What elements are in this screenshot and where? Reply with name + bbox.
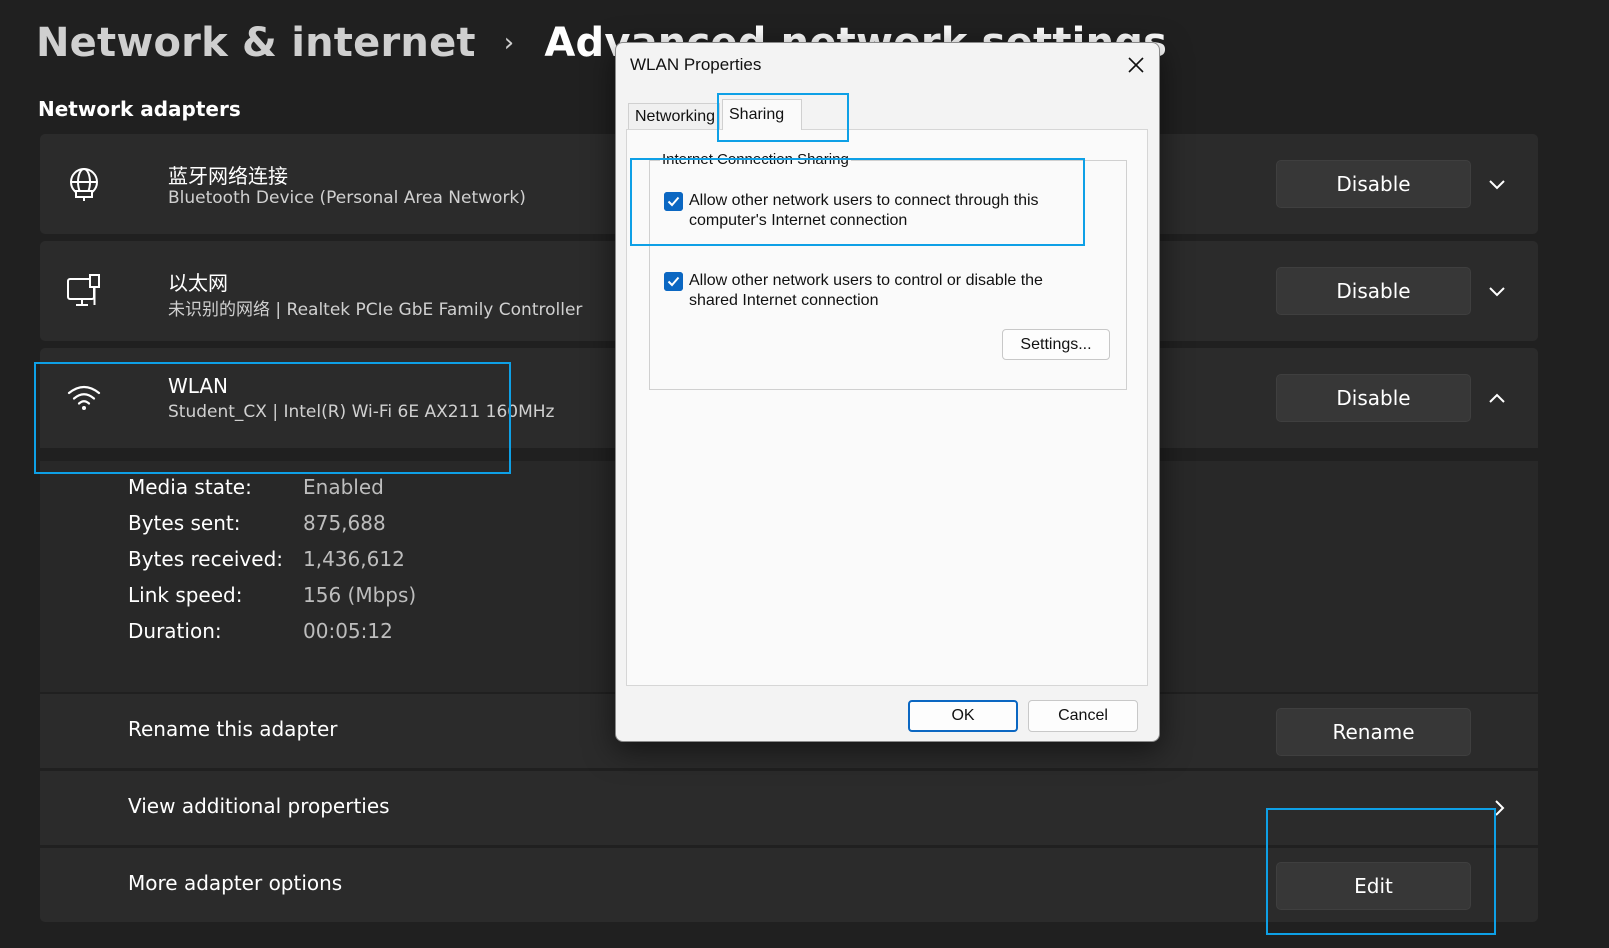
checkbox-checked-icon[interactable] (664, 192, 683, 211)
allow-control-label: Allow other network users to control or … (689, 272, 1043, 309)
rename-adapter-label: Rename this adapter (128, 717, 338, 741)
detail-key: Bytes sent: (128, 511, 241, 535)
sharing-tab-panel: Internet Connection Sharing Allow other … (626, 129, 1148, 686)
detail-value: 156 (Mbps) (303, 583, 417, 607)
ethernet-pc-icon (67, 274, 100, 306)
detail-key: Duration: (128, 619, 222, 643)
checkbox-checked-icon[interactable] (664, 272, 683, 291)
tab-sharing[interactable]: Sharing (722, 99, 802, 130)
chevron-down-icon[interactable] (1482, 277, 1512, 307)
detail-value: Enabled (303, 475, 384, 499)
detail-value: 00:05:12 (303, 619, 393, 643)
ok-button[interactable]: OK (908, 700, 1018, 732)
more-adapter-options-row: More adapter options Edit (40, 848, 1538, 922)
wlan-properties-dialog: WLAN Properties Networking Sharing Inter… (615, 42, 1160, 742)
view-properties-row[interactable]: View additional properties (40, 771, 1538, 845)
chevron-up-icon[interactable] (1482, 384, 1512, 414)
adapter-description: Student_CX | Intel(R) Wi-Fi 6E AX211 160… (168, 402, 555, 422)
dialog-title: WLAN Properties (630, 55, 762, 74)
internet-connection-sharing-group: Internet Connection Sharing Allow other … (649, 151, 1127, 390)
group-title: Internet Connection Sharing (660, 151, 851, 168)
view-properties-label: View additional properties (128, 794, 390, 818)
allow-connect-label: Allow other network users to connect thr… (689, 192, 1039, 229)
tab-networking[interactable]: Networking (628, 103, 720, 129)
edit-button[interactable]: Edit (1276, 862, 1471, 910)
cancel-button[interactable]: Cancel (1028, 700, 1138, 732)
globe-network-icon (70, 168, 98, 201)
adapter-name: 蓝牙网络连接 (168, 164, 288, 188)
close-icon[interactable] (1123, 52, 1149, 78)
chevron-right-icon (1495, 800, 1505, 816)
detail-value: 1,436,612 (303, 547, 405, 571)
rename-button[interactable]: Rename (1276, 708, 1471, 756)
adapter-description: Bluetooth Device (Personal Area Network) (168, 188, 526, 208)
chevron-down-icon[interactable] (1482, 170, 1512, 200)
adapter-name: 以太网 (168, 271, 228, 295)
disable-button[interactable]: Disable (1276, 160, 1471, 208)
section-title: Network adapters (38, 97, 241, 121)
detail-key: Link speed: (128, 583, 243, 607)
breadcrumb-separator-icon: › (503, 28, 515, 58)
settings-button[interactable]: Settings... (1002, 329, 1110, 360)
detail-key: Bytes received: (128, 547, 283, 571)
adapter-name: WLAN (168, 374, 229, 398)
more-adapter-options-label: More adapter options (128, 871, 343, 895)
breadcrumb-parent[interactable]: Network & internet (36, 20, 476, 66)
dialog-titlebar[interactable]: WLAN Properties (616, 43, 1159, 85)
adapter-description: 未识别的网络 | Realtek PCIe GbE Family Control… (168, 300, 583, 320)
disable-button[interactable]: Disable (1276, 267, 1471, 315)
disable-button[interactable]: Disable (1276, 374, 1471, 422)
detail-key: Media state: (128, 475, 252, 499)
wifi-icon (67, 385, 101, 410)
detail-value: 875,688 (303, 511, 386, 535)
